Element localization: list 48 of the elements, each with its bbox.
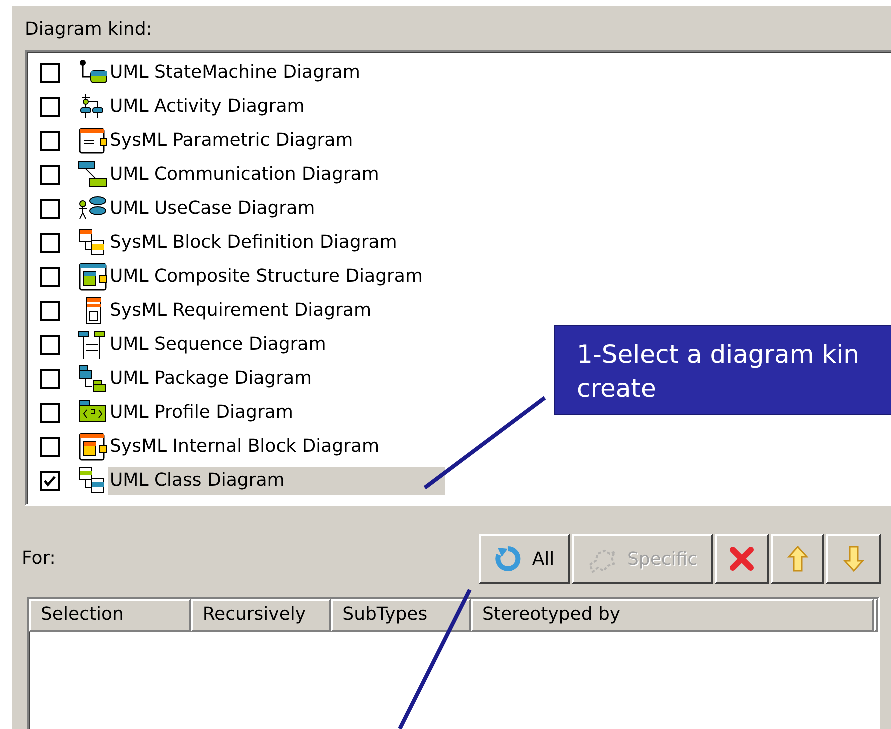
list-item[interactable]: UML Composite Structure Diagram bbox=[108, 263, 445, 291]
diagram-icon bbox=[78, 161, 108, 189]
list-item[interactable]: UML Communication Diagram bbox=[108, 161, 445, 189]
checkbox[interactable] bbox=[40, 233, 60, 253]
checkmark-icon bbox=[44, 475, 56, 487]
checkbox[interactable] bbox=[40, 471, 60, 491]
list-item[interactable]: UML Class Diagram bbox=[108, 467, 445, 495]
diagram-icon bbox=[78, 365, 108, 393]
section-label: Diagram kind: bbox=[25, 18, 152, 42]
arrow-up-icon bbox=[786, 545, 808, 573]
move-down-button[interactable] bbox=[826, 534, 881, 584]
list-item[interactable]: UML Profile Diagram bbox=[108, 399, 445, 427]
list-item[interactable]: SysML Parametric Diagram bbox=[108, 127, 445, 155]
list-item[interactable]: UML Package Diagram bbox=[108, 365, 445, 393]
list-item[interactable]: UML StateMachine Diagram bbox=[108, 59, 445, 87]
list-item[interactable]: SysML Block Definition Diagram bbox=[108, 229, 445, 257]
diagram-icon bbox=[78, 263, 108, 291]
list-item[interactable]: UML Sequence Diagram bbox=[108, 331, 445, 359]
list-item[interactable]: SysML Internal Block Diagram bbox=[108, 433, 445, 461]
diagram-icon bbox=[78, 433, 108, 461]
list-item[interactable]: UML Activity Diagram bbox=[108, 93, 445, 121]
checkbox[interactable] bbox=[40, 301, 60, 321]
delete-button[interactable] bbox=[715, 534, 769, 584]
column-header[interactable]: Selection bbox=[29, 599, 191, 632]
checkbox[interactable] bbox=[40, 199, 60, 219]
checkbox[interactable] bbox=[40, 267, 60, 287]
checkbox[interactable] bbox=[40, 403, 60, 423]
callout-text: 1-Select a diagram kin create bbox=[577, 339, 860, 405]
checkbox[interactable] bbox=[40, 335, 60, 355]
column-header[interactable]: Recursively bbox=[190, 599, 331, 632]
all-button[interactable]: All bbox=[479, 534, 570, 584]
list-item[interactable]: SysML Requirement Diagram bbox=[108, 297, 445, 325]
delete-icon bbox=[729, 546, 755, 572]
checkbox[interactable] bbox=[40, 131, 60, 151]
checkbox[interactable] bbox=[40, 369, 60, 389]
checkbox[interactable] bbox=[40, 97, 60, 117]
diagram-icon bbox=[78, 127, 108, 155]
arrow-down-icon bbox=[842, 545, 864, 573]
column-header[interactable]: SubTypes bbox=[330, 599, 470, 632]
move-up-button[interactable] bbox=[771, 534, 824, 584]
diagram-icon bbox=[78, 331, 108, 359]
checkbox[interactable] bbox=[40, 437, 60, 457]
list-item[interactable]: UML UseCase Diagram bbox=[108, 195, 445, 223]
section-label: For: bbox=[22, 547, 56, 571]
checkbox[interactable] bbox=[40, 165, 60, 185]
refresh-icon bbox=[494, 545, 522, 573]
checkbox[interactable] bbox=[40, 63, 60, 83]
column-header[interactable]: Stereotyped by bbox=[470, 599, 874, 632]
